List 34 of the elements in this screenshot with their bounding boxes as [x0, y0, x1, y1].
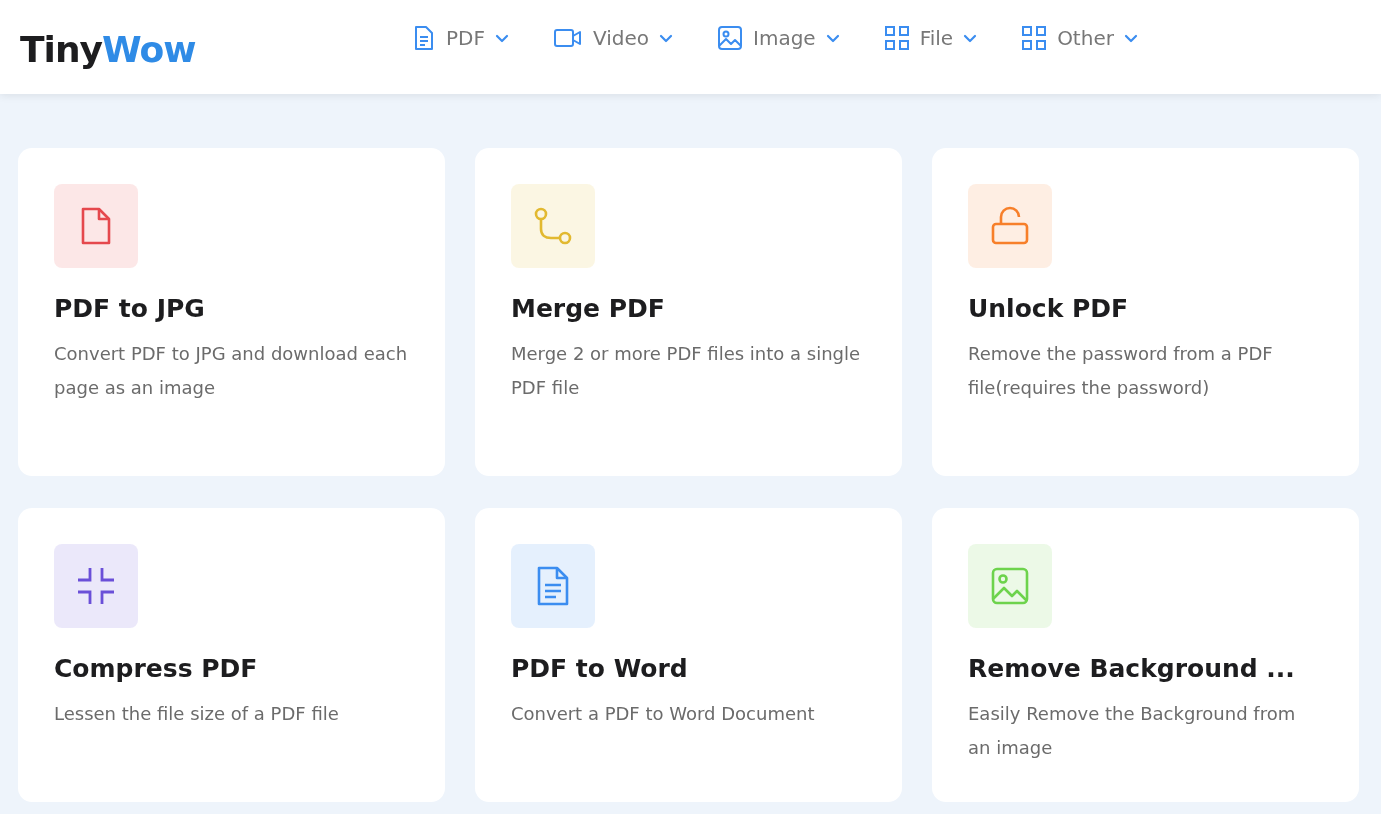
grid-icon: [1021, 25, 1048, 51]
chevron-down-icon: [494, 33, 509, 43]
nav-menu-item[interactable]: Image: [717, 25, 840, 51]
card-title: Merge PDF: [511, 294, 666, 323]
chevron-down-icon: [659, 33, 673, 43]
tool-card[interactable]: PDF to Word Convert a PDF to Word Document: [475, 508, 902, 802]
chevron-down-icon: [1123, 33, 1138, 43]
chevron-down-icon: [963, 33, 978, 43]
tool-card[interactable]: Compress PDF Lessen the file size of a PDF file: [18, 508, 445, 802]
card-description: Remove the password from a PDF file(requires the password): [968, 342, 1274, 400]
chevron-down-icon: [825, 33, 840, 43]
card-title: PDF to JPG: [54, 294, 206, 323]
grid-icon: [883, 25, 910, 51]
video-camera-icon: [552, 27, 583, 49]
card-description: Merge 2 or more PDF files into a single PDF file: [511, 342, 862, 400]
nav-menu-item[interactable]: File: [883, 25, 978, 51]
tool-card[interactable]: Unlock PDF Remove the password from a PDF file(requires the password): [932, 148, 1359, 476]
nav-menu-item[interactable]: Video: [552, 25, 673, 51]
card-title: Compress PDF: [54, 654, 259, 683]
logo[interactable]: TinyWow: [20, 28, 412, 70]
card-description: Lessen the file size of a PDF file: [54, 702, 340, 726]
nav-menu-item[interactable]: Other: [1021, 25, 1138, 51]
tool-card[interactable]: Remove Background ... Easily Remove the Background from an image: [932, 508, 1359, 802]
tool-card[interactable]: PDF to JPG Convert PDF to JPG and download each page as an image: [18, 148, 445, 476]
document-icon: [412, 25, 436, 51]
card-title: PDF to Word: [511, 654, 689, 683]
card-description: Convert PDF to JPG and download each page as an image: [54, 342, 409, 400]
card-title: Unlock PDF: [968, 294, 1130, 323]
image-icon: [717, 25, 743, 51]
card-description: Convert a PDF to Word Document: [511, 702, 816, 726]
nav-menu-item[interactable]: PDF: [412, 25, 509, 51]
card-description: Easily Remove the Background from an image: [968, 702, 1297, 760]
card-title: Remove Background ...: [968, 654, 1296, 683]
tool-card[interactable]: Merge PDF Merge 2 or more PDF files into a single PDF file: [475, 148, 902, 476]
